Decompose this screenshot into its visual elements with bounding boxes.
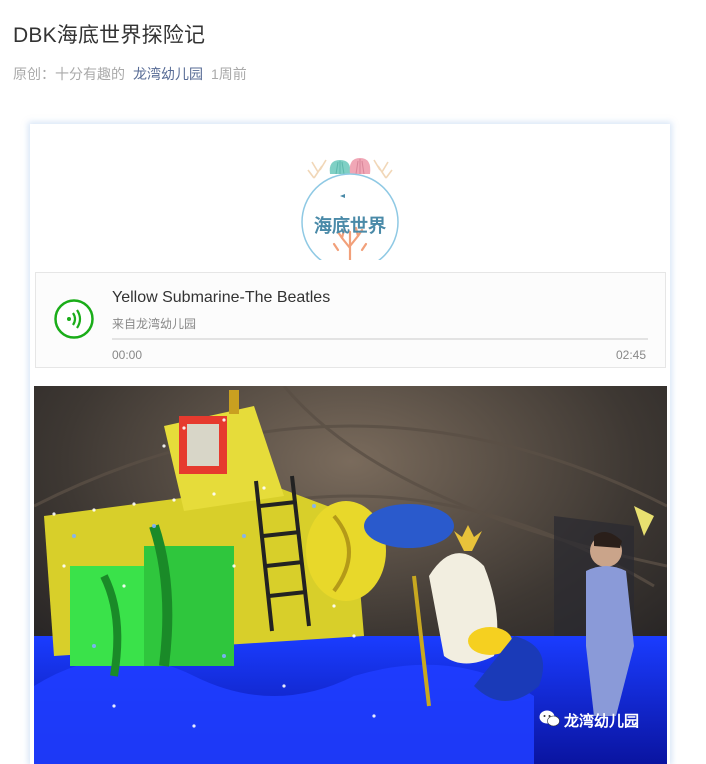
audio-current-time: 00:00 [112,348,143,362]
audio-player[interactable]: Yellow Submarine-The Beatles 来自龙湾幼儿园 00:… [35,272,666,368]
audio-duration: 02:45 [615,348,646,362]
audio-title: Yellow Submarine-The Beatles [112,289,331,306]
wechat-icon [539,710,560,727]
photo-watermark: 龙湾幼儿园 [564,712,640,730]
article-meta: 原创：十分有趣的 龙湾幼儿园 1周前 [13,64,247,84]
article-title: DBK海底世界探险记 [13,24,206,47]
seashell-coral-logo-icon [301,158,399,271]
account-link[interactable]: 龙湾幼儿园 [133,66,203,82]
article-content-card: 海底世界 Yellow Submarine-The Beatles 来自龙湾幼儿… [30,124,670,764]
article-photo: 龙湾幼儿园 [34,386,667,764]
underwater-scene-photo [34,386,667,764]
logo-text: 海底世界 [314,216,386,237]
ocean-world-logo: 海底世界 [300,140,400,271]
audio-source: 来自龙湾幼儿园 [112,317,197,331]
meta-original-label: 原创：十分有趣的 [13,66,125,82]
audio-progress-bar[interactable] [112,338,648,340]
audio-play-icon[interactable] [54,299,94,339]
publish-time: 1周前 [211,66,247,82]
